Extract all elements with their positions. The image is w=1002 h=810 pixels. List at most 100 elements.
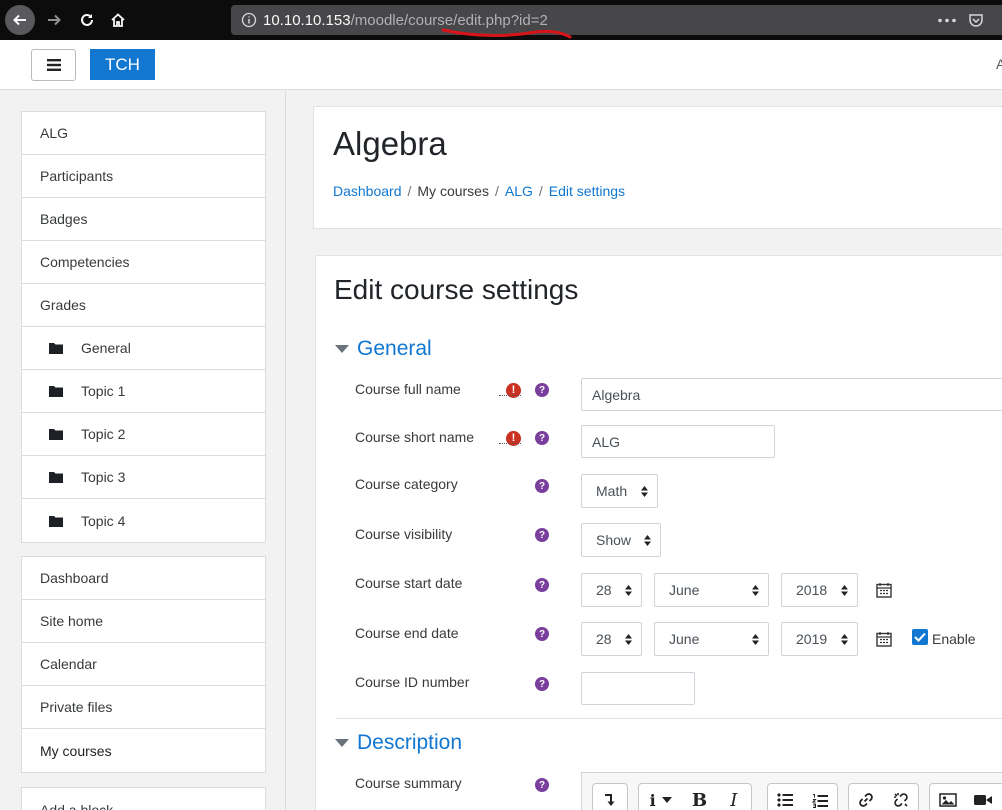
media-button[interactable] [965,784,1000,810]
url-bar[interactable]: 10.10.10.153/moodle/course/edit.php?id=2 [231,5,1002,35]
nav-item-participants[interactable]: Participants [22,155,265,198]
category-label: Course category [355,476,458,492]
select-arrows-icon [752,585,759,596]
end-date-enable-label[interactable]: Enable [932,631,976,647]
image-button[interactable] [930,784,965,810]
idnumber-label: Course ID number [355,674,470,690]
toolbar-toggle-button[interactable] [593,784,627,810]
select-arrows-icon [644,535,651,546]
drawer-toggle-button[interactable] [31,49,76,81]
nav-item-label: Badges [40,211,88,227]
site-navbar: TCH A [0,40,1002,90]
bullet-list-icon [777,793,794,807]
paragraph-style-button[interactable]: i [639,784,682,810]
idnumber-input[interactable] [581,672,695,705]
end-year-select[interactable]: 2019 [781,622,858,656]
site-nav-block: Dashboard Site home Calendar Private fil… [21,556,266,773]
page-header: Algebra Dashboard / My courses / ALG / Edit se… [313,106,1002,229]
help-icon[interactable]: ? [535,431,549,445]
add-block-link[interactable]: Add a block [22,788,265,810]
end-date-enable-checkbox[interactable] [912,629,928,645]
bold-button[interactable]: B [682,784,716,810]
nav-item-label: General [81,340,131,356]
start-month-select[interactable]: June [654,573,769,607]
nav-item-label: Site home [40,613,104,629]
summary-label: Course summary [355,775,462,791]
nav-item-label: Topic 4 [81,512,126,529]
nav-item-label: Calendar [40,656,97,672]
breadcrumb-course[interactable]: ALG [505,183,533,199]
reload-button[interactable] [72,5,102,35]
fullname-input[interactable]: Algebra [581,378,1002,411]
home-icon [111,13,125,27]
section-general-toggle[interactable]: General [335,337,432,361]
edit-course-form: Edit course settings General Course full… [315,255,1002,810]
end-day-value: 28 [596,631,612,647]
section-description-toggle[interactable]: Description [335,731,462,755]
required-underline [499,443,521,444]
unlink-button[interactable] [884,784,919,810]
unordered-list-button[interactable] [768,784,803,810]
nav-drawer: ALG Participants Badges Competencies Gra… [0,91,286,810]
breadcrumb: Dashboard / My courses / ALG / Edit settings [333,183,625,199]
hamburger-icon [46,59,61,71]
nav-item-dashboard[interactable]: Dashboard [22,557,265,600]
nav-item-grades[interactable]: Grades [22,284,265,327]
ordered-list-button[interactable] [803,784,838,810]
nav-item-general[interactable]: General [22,327,265,370]
forward-button[interactable] [39,5,69,35]
nav-item-label: Topic 1 [81,383,126,399]
help-icon[interactable]: ? [535,383,549,397]
help-icon[interactable]: ? [535,578,549,592]
nav-item-label: Dashboard [40,570,109,586]
back-button[interactable] [5,5,35,35]
nav-item-my-courses[interactable]: My courses [22,729,265,772]
help-icon[interactable]: ? [535,677,549,691]
breadcrumb-edit-settings[interactable]: Edit settings [549,183,625,199]
end-month-select[interactable]: June [654,622,769,656]
link-button[interactable] [849,784,884,810]
section-general-title: General [357,337,432,360]
nav-item-topic-4[interactable]: Topic 4 [22,499,265,542]
nav-item-badges[interactable]: Badges [22,198,265,241]
visibility-select[interactable]: Show [581,523,661,557]
end-day-select[interactable]: 28 [581,622,642,656]
pocket-icon[interactable] [968,12,984,28]
category-select[interactable]: Math [581,474,658,508]
help-icon[interactable]: ? [535,528,549,542]
nav-item-site-home[interactable]: Site home [22,600,265,643]
nav-item-topic-1[interactable]: Topic 1 [22,370,265,413]
calendar-icon[interactable] [876,631,892,647]
start-year-select[interactable]: 2018 [781,573,858,607]
help-icon[interactable]: ? [535,778,549,792]
shortname-label: Course short name [355,429,475,445]
home-button[interactable] [103,5,133,35]
info-icon[interactable] [241,12,257,28]
site-brand-link[interactable]: TCH [90,49,155,80]
nav-item-private-files[interactable]: Private files [22,686,265,729]
page-actions-icon[interactable] [937,18,957,23]
breadcrumb-my-courses: My courses [417,183,489,199]
required-underline [499,395,521,396]
nav-item-calendar[interactable]: Calendar [22,643,265,686]
page-title: Algebra [333,125,447,162]
toolbar-group-media [929,783,1002,810]
italic-button[interactable]: I [717,784,751,810]
nav-item-topic-3[interactable]: Topic 3 [22,456,265,499]
start-day-select[interactable]: 28 [581,573,642,607]
nav-item-course[interactable]: ALG [22,112,265,155]
caret-down-icon [335,345,349,353]
shortname-input[interactable]: ALG [581,425,775,458]
user-menu-edge[interactable]: A [996,56,1002,72]
help-icon[interactable]: ? [535,627,549,641]
breadcrumb-dashboard[interactable]: Dashboard [333,183,402,199]
nav-item-competencies[interactable]: Competencies [22,241,265,284]
help-icon[interactable]: ? [535,479,549,493]
summary-editor: i B I [581,772,1002,810]
select-arrows-icon [841,634,848,645]
toolbar-group-lists [767,783,838,810]
nav-item-topic-2[interactable]: Topic 2 [22,413,265,456]
calendar-icon[interactable] [876,582,892,598]
toolbar-group-style: i B I [638,783,752,810]
start-day-value: 28 [596,582,612,598]
